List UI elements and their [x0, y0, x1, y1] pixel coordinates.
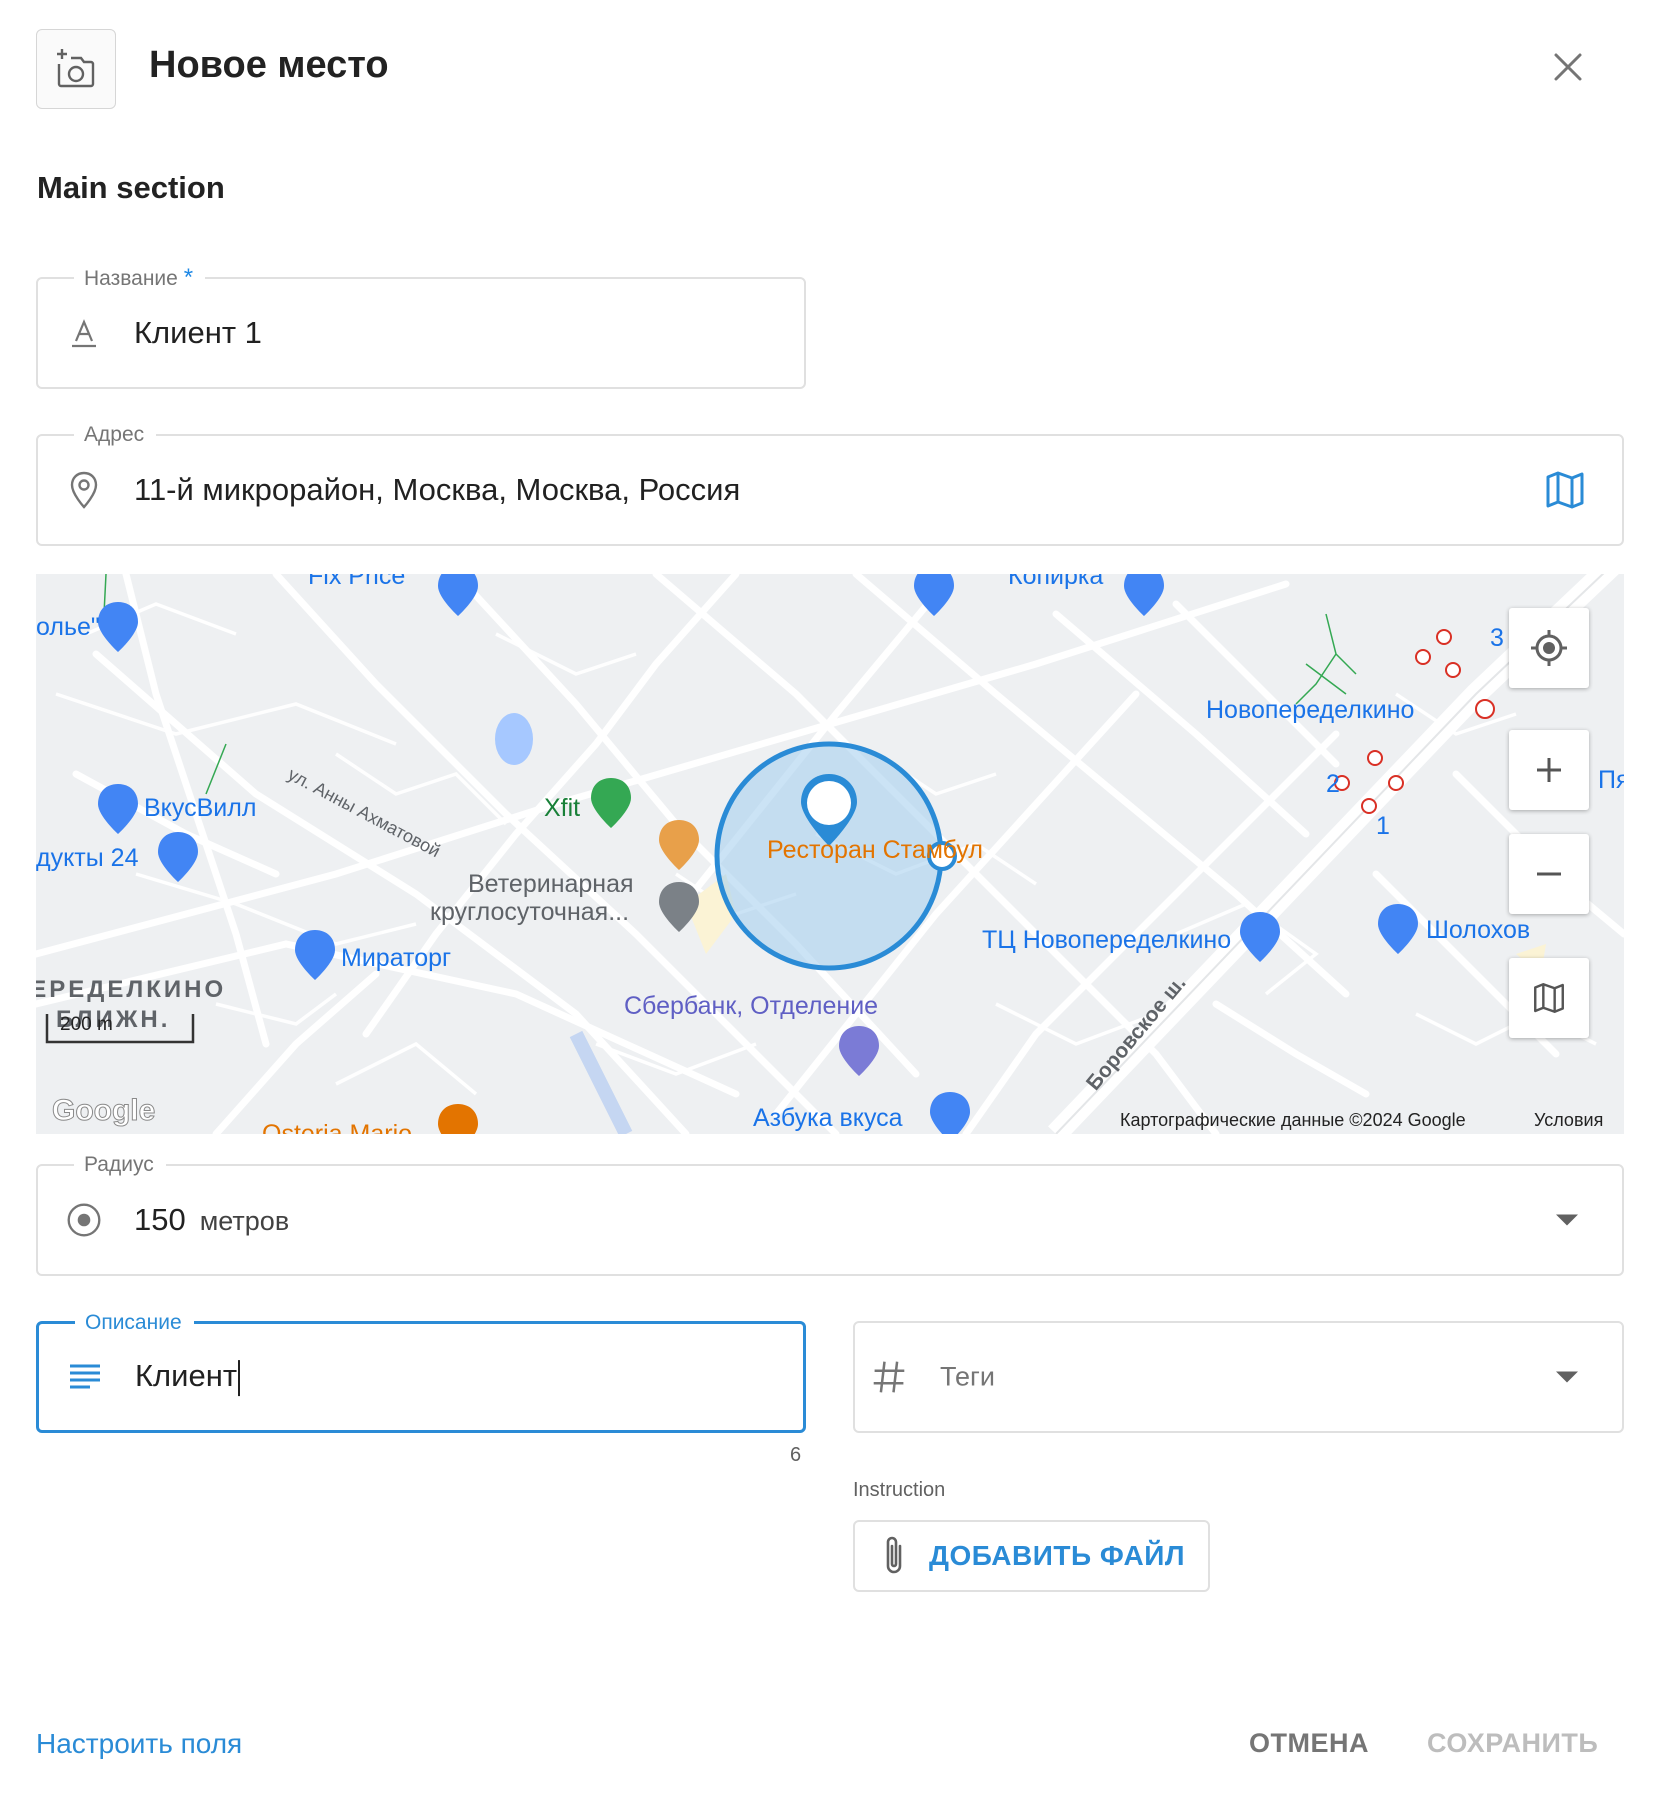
- paperclip-icon: [886, 1536, 902, 1574]
- chevron-down-icon[interactable]: [1556, 1214, 1578, 1226]
- map-label-sholokhov: Шолохов: [1426, 916, 1531, 944]
- map-label-vet1: Ветеринарная: [468, 870, 634, 898]
- tags-placeholder: Теги: [940, 1361, 995, 1392]
- name-label: Название *: [74, 264, 206, 292]
- map-label-sberbank: Сбербанк, Отделение: [624, 992, 879, 1020]
- name-value: Клиент 1: [134, 315, 262, 350]
- notes-icon: [67, 1359, 103, 1395]
- add-file-button[interactable]: ДОБАВИТЬ ФАЙЛ: [853, 1520, 1210, 1592]
- map[interactable]: Fix Price Копирка олье" ВкусВилл дукты 2…: [36, 574, 1624, 1134]
- map-label-azbuka: Азбука вкуса: [753, 1104, 903, 1132]
- section-title: Main section: [37, 170, 225, 205]
- map-terms-link[interactable]: Условия: [1534, 1110, 1603, 1131]
- zoom-in-button[interactable]: [1509, 730, 1589, 810]
- text-caret: [238, 1359, 241, 1396]
- add-photo-icon: [57, 49, 95, 88]
- radio-target-icon: [66, 1202, 102, 1238]
- my-location-button[interactable]: [1509, 608, 1589, 688]
- description-value: Клиент: [135, 1358, 238, 1394]
- my-location-icon: [1531, 630, 1567, 666]
- radius-field[interactable]: Радиус 150 метров: [36, 1152, 1624, 1276]
- plus-icon: [1537, 758, 1561, 782]
- description-label: Описание: [75, 1310, 194, 1336]
- map-icon: [1534, 983, 1564, 1013]
- map-label-metro2: 2: [1326, 770, 1340, 798]
- map-label-metro3: 3: [1490, 624, 1504, 652]
- map-label-kopirka: Копирка: [1008, 574, 1104, 590]
- text-format-icon: [66, 315, 102, 351]
- radius-value: 150: [134, 1202, 186, 1237]
- map-scale-label: 200 m: [60, 1014, 113, 1035]
- map-label-metro1: 1: [1376, 812, 1390, 840]
- map-layers-button[interactable]: [1509, 958, 1589, 1038]
- name-field[interactable]: Название * Клиент 1: [36, 265, 806, 389]
- map-label-xfit: Xfit: [544, 794, 581, 822]
- configure-fields-link[interactable]: Настроить поля: [36, 1728, 242, 1760]
- map-label-fix-price: Fix Price: [308, 574, 406, 590]
- map-label-miratorg: Мираторг: [341, 944, 452, 972]
- zoom-out-button[interactable]: [1509, 834, 1589, 914]
- map-copyright: Картографические данные ©2024 Google: [1120, 1110, 1466, 1130]
- chevron-down-icon[interactable]: [1556, 1371, 1578, 1383]
- description-field[interactable]: Описание Клиент: [36, 1310, 806, 1433]
- address-label: Адрес: [74, 422, 157, 448]
- character-counter: 6: [790, 1444, 802, 1466]
- required-mark: *: [183, 264, 194, 291]
- map-label-osteria: Osteria Mario: [262, 1120, 413, 1134]
- cancel-button[interactable]: ОТМЕНА: [1249, 1728, 1369, 1759]
- map-label-restaurant: Ресторан Стамбул: [767, 836, 983, 864]
- map-label-left1: олье": [36, 613, 100, 641]
- add-photo-button[interactable]: [36, 29, 116, 109]
- radius-unit: метров: [199, 1206, 290, 1236]
- map-icon[interactable]: [1544, 469, 1586, 511]
- map-label-vkusvill: ВкусВилл: [144, 794, 257, 822]
- hashtag-icon: [871, 1359, 907, 1395]
- google-logo: Google: [51, 1094, 156, 1128]
- tags-field[interactable]: Теги: [853, 1321, 1624, 1433]
- map-label-produkty: дукты 24: [36, 844, 139, 872]
- location-pin-icon: [66, 471, 102, 509]
- description-value-wrap[interactable]: Клиент: [135, 1358, 241, 1396]
- map-label-novoperedelkino: Новопеределкино: [1206, 696, 1415, 724]
- page-title: Новое место: [149, 44, 389, 86]
- add-file-label: ДОБАВИТЬ ФАЙЛ: [929, 1540, 1186, 1571]
- instruction-label: Instruction: [853, 1479, 946, 1501]
- map-label-district1: ПЕРЕДЕЛКИНО: [36, 976, 227, 1003]
- close-icon: [1554, 53, 1582, 81]
- map-label-py: Пя: [1598, 766, 1624, 794]
- minus-icon: [1537, 872, 1561, 876]
- map-label-vet2: круглосуточная...: [430, 898, 630, 926]
- close-button[interactable]: [1545, 44, 1591, 90]
- map-label-tc: ТЦ Новопеределкино: [982, 926, 1232, 954]
- radius-label: Радиус: [74, 1152, 166, 1178]
- radius-value-wrap: 150 метров: [134, 1202, 289, 1238]
- address-value: 11-й микрорайон, Москва, Москва, Россия: [134, 472, 741, 507]
- save-button[interactable]: СОХРАНИТЬ: [1427, 1728, 1598, 1759]
- address-field[interactable]: Адрес 11-й микрорайон, Москва, Москва, Р…: [36, 422, 1624, 546]
